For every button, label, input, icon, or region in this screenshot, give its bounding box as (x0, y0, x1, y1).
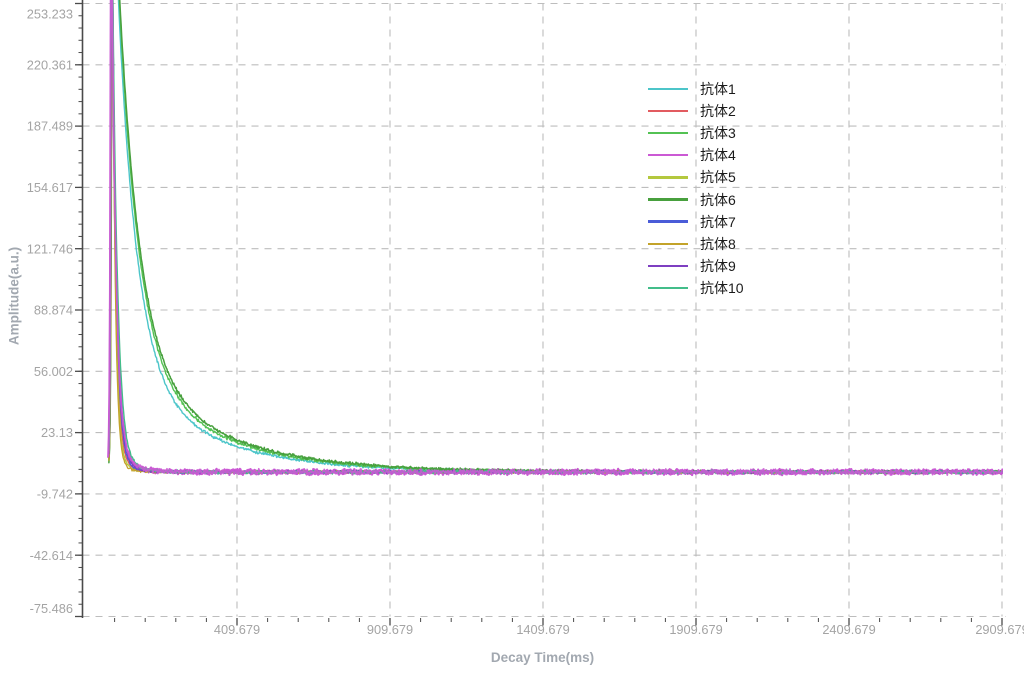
legend-item: 抗体10 (648, 277, 744, 299)
y-tick-label: -9.742 (37, 487, 73, 502)
series-curve-7 (109, 0, 1003, 474)
y-tick-label: 154.617 (27, 180, 73, 195)
y-tick-label: 56.002 (34, 364, 73, 379)
legend-line-swatch (648, 176, 688, 178)
legend-item: 抗体4 (648, 144, 744, 166)
legend-label: 抗体10 (700, 281, 744, 295)
series-curve-5 (109, 0, 1003, 474)
x-tick-label: 909.679 (367, 622, 413, 637)
x-axis-title: Decay Time(ms) (82, 650, 1003, 665)
legend-item: 抗体9 (648, 255, 744, 277)
legend-label: 抗体4 (700, 148, 736, 162)
legend-item: 抗体8 (648, 233, 744, 255)
plot-area[interactable]: 253.233 220.361 187.489 154.617 121.746 88.87… (0, 0, 1024, 673)
x-tick-label: 1909.679 (669, 622, 722, 637)
legend-item: 抗体2 (648, 100, 744, 122)
y-tick-label: -75.486 (30, 601, 73, 616)
y-tick-label: 23.13 (41, 425, 73, 440)
legend-line-swatch (648, 110, 688, 112)
series-curve-3 (109, 0, 1003, 474)
y-tick-label: 220.361 (27, 57, 73, 72)
legend-label: 抗体3 (700, 126, 736, 140)
series-curve-4 (108, 0, 1002, 475)
legend-label: 抗体7 (700, 215, 736, 229)
legend-item: 抗体3 (648, 122, 744, 144)
legend-label: 抗体1 (700, 82, 736, 96)
axis-ticks (75, 4, 1002, 626)
legend-label: 抗体9 (700, 259, 736, 273)
legend-item: 抗体5 (648, 166, 744, 188)
legend-item: 抗体6 (648, 188, 744, 210)
series-curve-8 (109, 0, 1003, 474)
legend-label: 抗体8 (700, 237, 736, 251)
y-tick-label: 253.233 (27, 7, 73, 22)
legend-line-swatch (648, 243, 688, 245)
legend: 抗体1 抗体2 抗体3 抗体4 抗体5 抗体6 抗体7 抗体8 抗体9 抗体10 (648, 78, 744, 299)
series-curve-10 (109, 0, 1003, 474)
legend-item: 抗体1 (648, 78, 744, 100)
tick-labels: 253.233 220.361 187.489 154.617 121.746 88.87… (27, 7, 1024, 637)
series-curves (108, 0, 1002, 475)
legend-line-swatch (648, 132, 688, 134)
legend-line-swatch (648, 198, 688, 200)
legend-line-swatch (648, 88, 688, 90)
series-curve-2 (109, 0, 1003, 474)
gridlines (83, 4, 1007, 617)
series-curve-6 (109, 0, 1003, 474)
legend-label: 抗体2 (700, 104, 736, 118)
legend-line-swatch (648, 265, 688, 267)
x-tick-label: 1409.679 (516, 622, 569, 637)
legend-label: 抗体5 (700, 170, 736, 184)
x-tick-label: 2409.679 (822, 622, 875, 637)
series-curve-4-overlay (108, 0, 1002, 475)
x-tick-label: 2909.679 (975, 622, 1024, 637)
y-tick-label: 187.489 (27, 119, 73, 134)
y-axis-title: Amplitude(a.u.) (7, 247, 22, 345)
legend-line-swatch (648, 154, 688, 156)
y-tick-label: 121.746 (27, 241, 73, 256)
legend-label: 抗体6 (700, 193, 736, 207)
series-curve-9 (109, 0, 1003, 474)
series-curve-1 (109, 0, 1003, 474)
x-tick-label: 409.679 (214, 622, 260, 637)
legend-item: 抗体7 (648, 211, 744, 233)
y-tick-label: -42.614 (30, 548, 73, 563)
legend-line-swatch (648, 287, 688, 289)
y-tick-label: 88.874 (34, 303, 73, 318)
legend-line-swatch (648, 220, 688, 222)
decay-curve-chart: 253.233 220.361 187.489 154.617 121.746 88.87… (0, 0, 1024, 673)
